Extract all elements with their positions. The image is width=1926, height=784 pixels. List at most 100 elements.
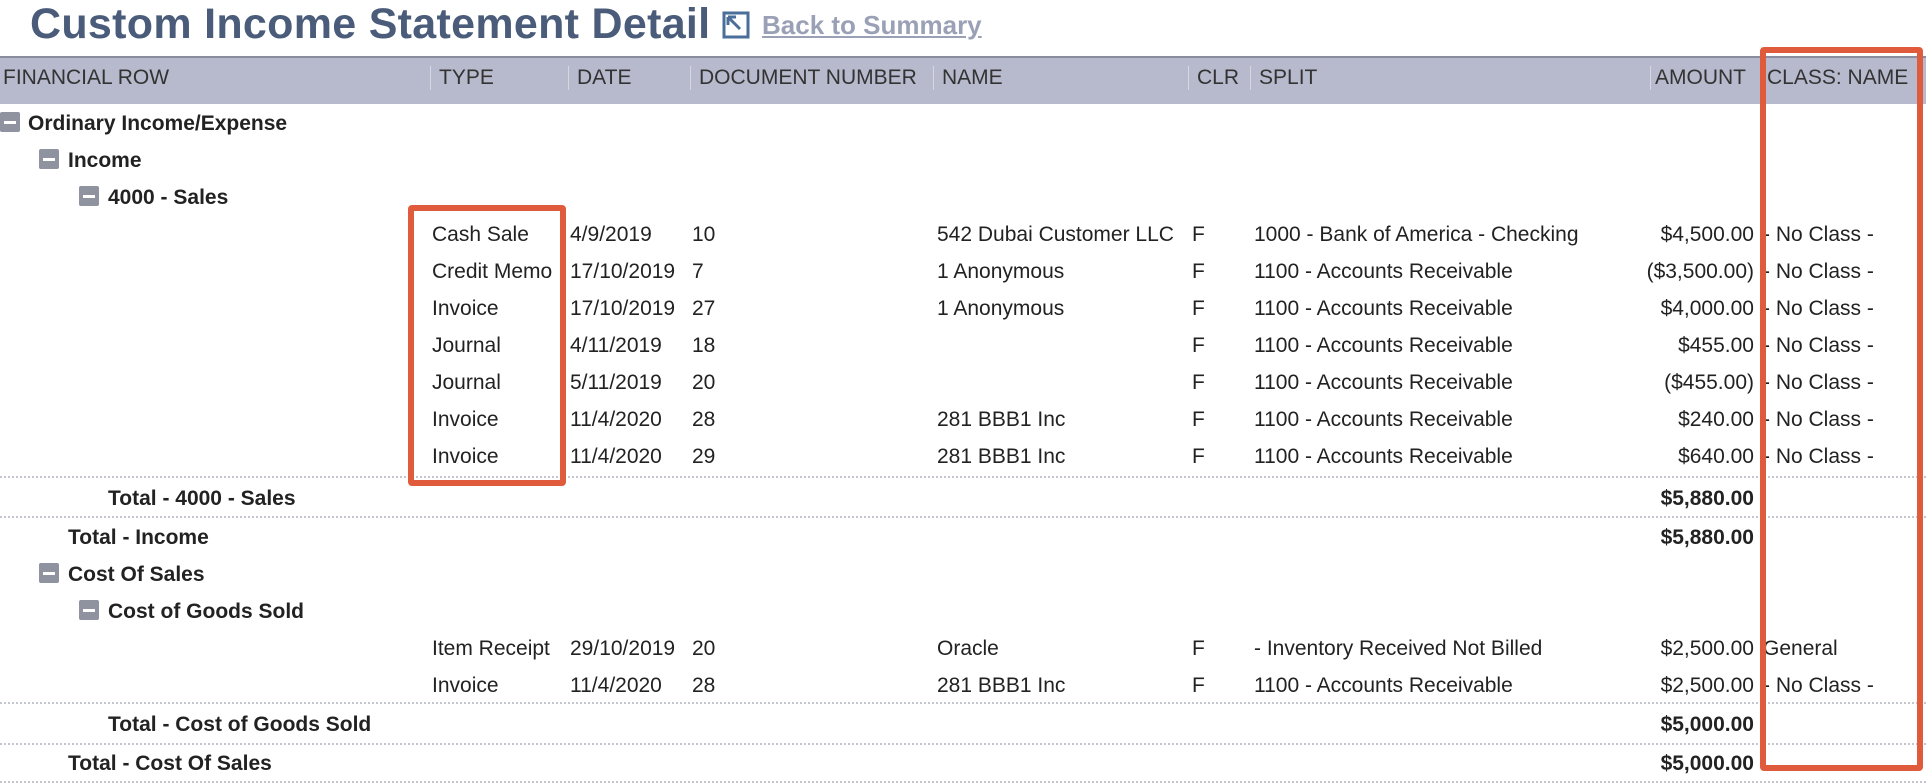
cell-type: Invoice	[432, 297, 499, 320]
column-split[interactable]: SPLIT	[1250, 66, 1317, 90]
cell-clr: F	[1192, 637, 1205, 660]
cell-date: 11/4/2020	[570, 408, 662, 431]
group-income: Income	[0, 143, 1926, 180]
total-4000-sales-row: Total - 4000 - Sales $5,880.00	[0, 481, 1926, 518]
cell-type: Item Receipt	[432, 637, 550, 660]
transaction-row[interactable]: Journal 5/11/2019 20 F 1100 - Accounts Recei…	[0, 365, 1926, 402]
total-amount[interactable]: $5,000.00	[1590, 752, 1754, 776]
column-date[interactable]: DATE	[568, 66, 631, 90]
cell-name: 1 Anonymous	[937, 260, 1065, 283]
cell-clr: F	[1192, 334, 1205, 357]
cell-clr: F	[1192, 260, 1205, 283]
cell-class-name: - No Class -	[1763, 223, 1874, 246]
collapse-icon[interactable]	[0, 112, 20, 132]
cell-split: - Inventory Received Not Billed	[1254, 637, 1543, 660]
group-ordinary-income-expense: Ordinary Income/Expense	[0, 106, 1926, 143]
cell-clr: F	[1192, 297, 1205, 320]
row-divider	[0, 781, 1926, 783]
cell-type: Invoice	[432, 408, 499, 431]
cell-document-number: 20	[692, 637, 716, 660]
cell-date: 5/11/2019	[570, 371, 662, 394]
cell-name: Oracle	[937, 637, 999, 660]
cell-split: 1100 - Accounts Receivable	[1254, 297, 1513, 320]
page-title: Custom Income Statement Detail	[30, 0, 711, 48]
collapse-icon[interactable]	[39, 563, 59, 583]
total-amount[interactable]: $5,880.00	[1590, 526, 1754, 550]
cell-date: 17/10/2019	[570, 260, 676, 283]
cell-class-name: - No Class -	[1763, 674, 1874, 697]
cell-class-name: - No Class -	[1763, 371, 1874, 394]
cell-name: 1 Anonymous	[937, 297, 1065, 320]
group-4000-sales: 4000 - Sales	[0, 180, 1926, 217]
cell-date: 11/4/2020	[570, 674, 662, 697]
transaction-row[interactable]: Credit Memo 17/10/2019 7 1 Anonymous F 1100 -…	[0, 254, 1926, 291]
cell-type: Cash Sale	[432, 223, 529, 246]
cell-class-name: - No Class -	[1763, 297, 1874, 320]
back-to-summary-link[interactable]: Back to Summary	[720, 9, 982, 41]
cell-class-name: General	[1763, 637, 1838, 660]
total-label: Total - Cost of Goods Sold	[108, 713, 372, 736]
transaction-row[interactable]: Journal 4/11/2019 18 F 1100 - Accounts Recei…	[0, 328, 1926, 365]
cell-date: 17/10/2019	[570, 297, 676, 320]
column-financial-row[interactable]: FINANCIAL ROW	[3, 66, 169, 90]
column-name[interactable]: NAME	[933, 66, 1003, 90]
group-label: 4000 - Sales	[108, 186, 229, 209]
row-divider	[0, 743, 1926, 745]
row-divider	[0, 476, 1926, 478]
column-class-name[interactable]: CLASS: NAME	[1767, 66, 1908, 90]
cell-name: 281 BBB1 Inc	[937, 445, 1066, 468]
group-cost-of-goods-sold: Cost of Goods Sold	[0, 594, 1926, 631]
group-label: Cost of Goods Sold	[108, 600, 304, 623]
cell-document-number: 28	[692, 674, 716, 697]
total-label: Total - Cost Of Sales	[68, 752, 272, 775]
column-document-number[interactable]: DOCUMENT NUMBER	[690, 66, 917, 90]
cell-document-number: 10	[692, 223, 716, 246]
cell-type: Invoice	[432, 445, 499, 468]
cell-type: Journal	[432, 371, 501, 394]
total-label: Total - Income	[68, 526, 209, 549]
column-clr[interactable]: CLR	[1188, 66, 1239, 90]
cell-date: 11/4/2020	[570, 445, 662, 468]
cell-name: 542 Dubai Customer LLC	[937, 223, 1174, 246]
cell-type: Invoice	[432, 674, 499, 697]
transaction-row[interactable]: Invoice 17/10/2019 27 1 Anonymous F 1100 - Ac…	[0, 291, 1926, 328]
cell-class-name: - No Class -	[1763, 445, 1874, 468]
column-amount[interactable]: AMOUNT	[1650, 66, 1746, 90]
collapse-icon[interactable]	[79, 186, 99, 206]
collapse-icon[interactable]	[79, 600, 99, 620]
cell-split: 1100 - Accounts Receivable	[1254, 334, 1513, 357]
collapse-icon[interactable]	[39, 149, 59, 169]
cell-amount: $2,500.00	[1660, 674, 1754, 697]
total-amount[interactable]: $5,000.00	[1590, 713, 1754, 737]
cell-amount: $240.00	[1678, 408, 1754, 431]
report-header-row: FINANCIAL ROW TYPE DATE DOCUMENT NUMBER …	[0, 56, 1926, 104]
cell-split: 1100 - Accounts Receivable	[1254, 674, 1513, 697]
cell-amount: ($455.00)	[1664, 371, 1754, 394]
cell-split: 1100 - Accounts Receivable	[1254, 408, 1513, 431]
total-income-row: Total - Income $5,880.00	[0, 520, 1926, 557]
cell-clr: F	[1192, 371, 1205, 394]
cell-class-name: - No Class -	[1763, 334, 1874, 357]
group-label: Cost Of Sales	[68, 563, 205, 586]
total-label: Total - 4000 - Sales	[108, 487, 296, 510]
row-divider	[0, 516, 1926, 518]
transaction-row[interactable]: Invoice 11/4/2020 29 281 BBB1 Inc F 1100 - Ac…	[0, 439, 1926, 476]
transaction-row[interactable]: Cash Sale 4/9/2019 10 542 Dubai Customer LL…	[0, 217, 1926, 254]
total-cogs-row: Total - Cost of Goods Sold $5,000.00	[0, 707, 1926, 744]
group-label: Ordinary Income/Expense	[28, 112, 288, 135]
transaction-row[interactable]: Invoice 11/4/2020 28 281 BBB1 Inc F 1100 - Ac…	[0, 402, 1926, 439]
cell-document-number: 18	[692, 334, 716, 357]
transaction-row[interactable]: Invoice 11/4/2020 28 281 BBB1 Inc F 1100 - Ac…	[0, 668, 1926, 705]
cell-split: 1100 - Accounts Receivable	[1254, 371, 1513, 394]
transaction-row[interactable]: Item Receipt 29/10/2019 20 Oracle F - Invento…	[0, 631, 1926, 668]
cell-class-name: - No Class -	[1763, 260, 1874, 283]
cell-name: 281 BBB1 Inc	[937, 408, 1066, 431]
cell-document-number: 27	[692, 297, 716, 320]
total-amount[interactable]: $5,880.00	[1590, 487, 1754, 511]
cell-clr: F	[1192, 223, 1205, 246]
column-type[interactable]: TYPE	[430, 66, 494, 90]
cell-clr: F	[1192, 674, 1205, 697]
cell-amount: $4,500.00	[1660, 223, 1754, 246]
cell-name: 281 BBB1 Inc	[937, 674, 1066, 697]
cell-amount: $4,000.00	[1660, 297, 1754, 320]
